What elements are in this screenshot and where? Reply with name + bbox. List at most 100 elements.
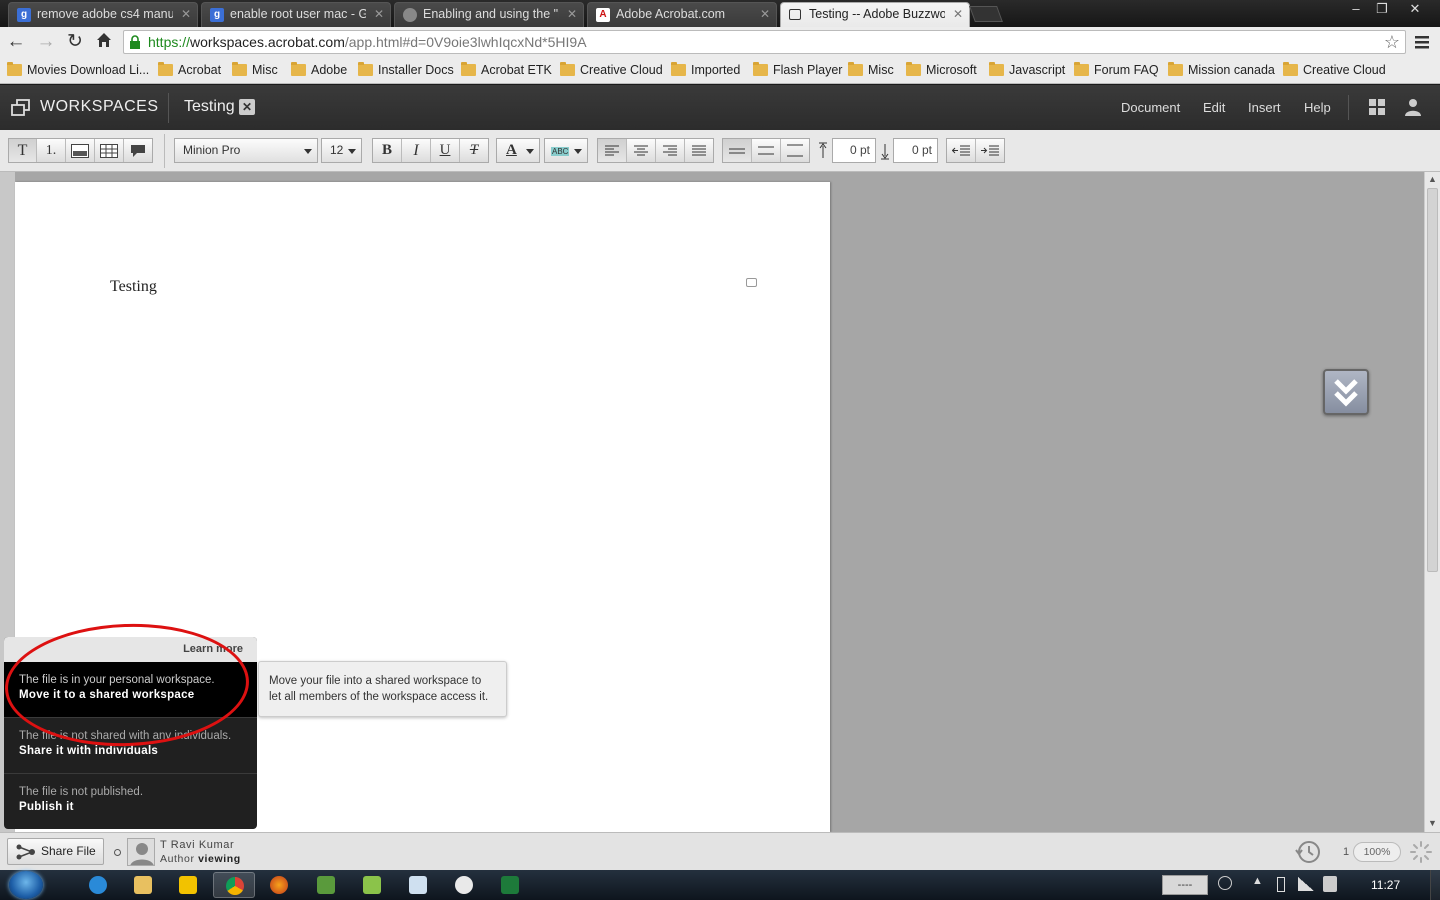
comment-tool-button[interactable] xyxy=(124,139,152,162)
bookmark-folder[interactable]: Adobe xyxy=(291,62,347,77)
taskbar-app-firefox[interactable] xyxy=(258,872,300,898)
browser-tab[interactable]: g enable root user mac - Go ✕ xyxy=(201,2,391,27)
font-size-select[interactable]: 12 xyxy=(321,138,362,163)
menu-edit[interactable]: Edit xyxy=(1203,100,1225,115)
browser-tab[interactable]: A Adobe Acrobat.com ✕ xyxy=(587,2,777,27)
align-left-button[interactable] xyxy=(598,139,627,162)
avatar[interactable] xyxy=(127,838,155,866)
font-family-select[interactable]: Minion Pro xyxy=(174,138,318,163)
browser-tab[interactable]: Enabling and using the "ro ✕ xyxy=(394,2,584,27)
url-input[interactable]: https://workspaces.acrobat.com/app.html#… xyxy=(123,30,1406,54)
align-right-button[interactable] xyxy=(656,139,685,162)
zoom-control[interactable]: 100% xyxy=(1353,842,1401,862)
bookmark-folder[interactable]: Installer Docs xyxy=(358,62,454,77)
scrollbar-thumb[interactable] xyxy=(1427,188,1438,572)
tray-expand-icon[interactable]: ▲ xyxy=(1252,875,1263,887)
single-spacing-button[interactable] xyxy=(723,139,752,162)
language-bar[interactable]: ---- xyxy=(1162,875,1208,895)
bookmark-folder[interactable]: Movies Download Li... xyxy=(7,62,149,77)
vertical-scrollbar[interactable]: ▲ ▼ xyxy=(1424,172,1440,832)
start-button[interactable] xyxy=(9,871,43,899)
close-tab-icon[interactable]: ✕ xyxy=(953,7,963,21)
share-file-button[interactable]: Share File xyxy=(7,838,104,865)
highlight-color-select[interactable]: ABC xyxy=(544,138,588,163)
back-icon[interactable]: ← xyxy=(5,31,27,53)
double-spacing-button[interactable] xyxy=(781,139,809,162)
learn-more-link[interactable]: Learn more xyxy=(183,643,243,655)
document-body-text[interactable]: Testing xyxy=(110,278,157,296)
chrome-menu-icon[interactable] xyxy=(1413,33,1431,51)
share-option-action[interactable]: Publish it xyxy=(19,801,74,813)
strikethrough-button[interactable]: T xyxy=(460,139,488,162)
image-tool-button[interactable] xyxy=(66,139,95,162)
grid-view-icon[interactable] xyxy=(1369,99,1385,115)
italic-button[interactable]: I xyxy=(402,139,431,162)
battery-icon[interactable] xyxy=(1277,877,1285,892)
taskbar-app-notepad[interactable] xyxy=(397,872,439,898)
numbered-list-tool-button[interactable]: 1. xyxy=(37,139,66,162)
taskbar-app-chrome[interactable] xyxy=(213,872,255,898)
bookmark-folder[interactable]: Creative Cloud xyxy=(1283,62,1386,77)
close-tab-icon[interactable]: ✕ xyxy=(760,7,770,21)
volume-muted-icon[interactable] xyxy=(1323,876,1337,892)
space-before-input[interactable]: 0 pt xyxy=(832,138,876,163)
bookmark-folder[interactable]: Misc xyxy=(232,62,278,77)
bookmark-folder[interactable]: Javascript xyxy=(989,62,1065,77)
share-option-move-to-workspace[interactable]: The file is in your personal workspace. … xyxy=(4,662,257,718)
taskbar-app-excel[interactable] xyxy=(489,872,531,898)
taskbar-app-explorer[interactable] xyxy=(122,872,164,898)
scroll-up-icon[interactable]: ▲ xyxy=(1428,174,1437,184)
home-icon[interactable] xyxy=(93,31,115,53)
font-color-select[interactable]: A xyxy=(496,138,540,163)
browser-tab-active[interactable]: Testing -- Adobe Buzzwor ✕ xyxy=(780,2,970,27)
bookmark-folder[interactable]: Acrobat ETK xyxy=(461,62,552,77)
bookmark-star-icon[interactable]: ☆ xyxy=(1384,31,1400,53)
bookmark-folder[interactable]: Microsoft xyxy=(906,62,977,77)
taskbar-app-network[interactable] xyxy=(305,872,347,898)
signal-icon[interactable] xyxy=(1298,877,1314,891)
reload-icon[interactable]: ↻ xyxy=(64,31,86,53)
show-desktop-button[interactable] xyxy=(1430,870,1440,900)
taskbar-app-paint[interactable] xyxy=(443,872,485,898)
text-tool-button[interactable]: T xyxy=(9,139,37,162)
share-option-publish[interactable]: The file is not published. Publish it xyxy=(4,774,257,830)
comment-marker-icon[interactable] xyxy=(746,278,757,287)
bookmark-folder[interactable]: Flash Player xyxy=(753,62,842,77)
justify-button[interactable] xyxy=(685,139,713,162)
taskbar-app-notes[interactable] xyxy=(167,872,209,898)
taskbar-app-ie[interactable] xyxy=(77,872,119,898)
history-icon[interactable] xyxy=(1295,839,1321,865)
underline-button[interactable]: U xyxy=(431,139,460,162)
taskbar-app-messenger[interactable] xyxy=(351,872,393,898)
table-tool-button[interactable] xyxy=(95,139,124,162)
menu-document[interactable]: Document xyxy=(1121,100,1180,115)
share-option-share-individuals[interactable]: The file is not shared with any individu… xyxy=(4,718,257,774)
share-option-action[interactable]: Share it with individuals xyxy=(19,745,158,757)
bookmark-folder[interactable]: Forum FAQ xyxy=(1074,62,1159,77)
scroll-down-icon[interactable]: ▼ xyxy=(1428,818,1437,828)
forward-icon[interactable]: → xyxy=(35,31,57,53)
close-document-icon[interactable]: ✕ xyxy=(239,99,255,115)
restore-icon[interactable]: ❐ xyxy=(1368,0,1396,18)
align-center-button[interactable] xyxy=(627,139,656,162)
system-clock[interactable]: 11:27 xyxy=(1371,878,1400,892)
bookmark-folder[interactable]: Creative Cloud xyxy=(560,62,663,77)
bookmark-folder[interactable]: Misc xyxy=(848,62,894,77)
close-tab-icon[interactable]: ✕ xyxy=(567,7,577,21)
increase-indent-button[interactable] xyxy=(976,139,1004,162)
menu-insert[interactable]: Insert xyxy=(1248,100,1281,115)
bookmark-folder[interactable]: Imported xyxy=(671,62,740,77)
decrease-indent-button[interactable] xyxy=(947,139,976,162)
browser-tab[interactable]: g remove adobe cs4 manua ✕ xyxy=(8,2,198,27)
close-window-icon[interactable]: ✕ xyxy=(1400,0,1430,18)
close-tab-icon[interactable]: ✕ xyxy=(181,7,191,21)
bookmark-folder[interactable]: Mission canada xyxy=(1168,62,1275,77)
bold-button[interactable]: B xyxy=(373,139,402,162)
new-tab-button[interactable] xyxy=(969,6,1003,22)
share-option-action[interactable]: Move it to a shared workspace xyxy=(19,689,195,701)
medium-spacing-button[interactable] xyxy=(752,139,781,162)
menu-help[interactable]: Help xyxy=(1304,100,1331,115)
space-after-input[interactable]: 0 pt xyxy=(893,138,938,163)
close-tab-icon[interactable]: ✕ xyxy=(374,7,384,21)
bookmark-folder[interactable]: Acrobat xyxy=(158,62,221,77)
